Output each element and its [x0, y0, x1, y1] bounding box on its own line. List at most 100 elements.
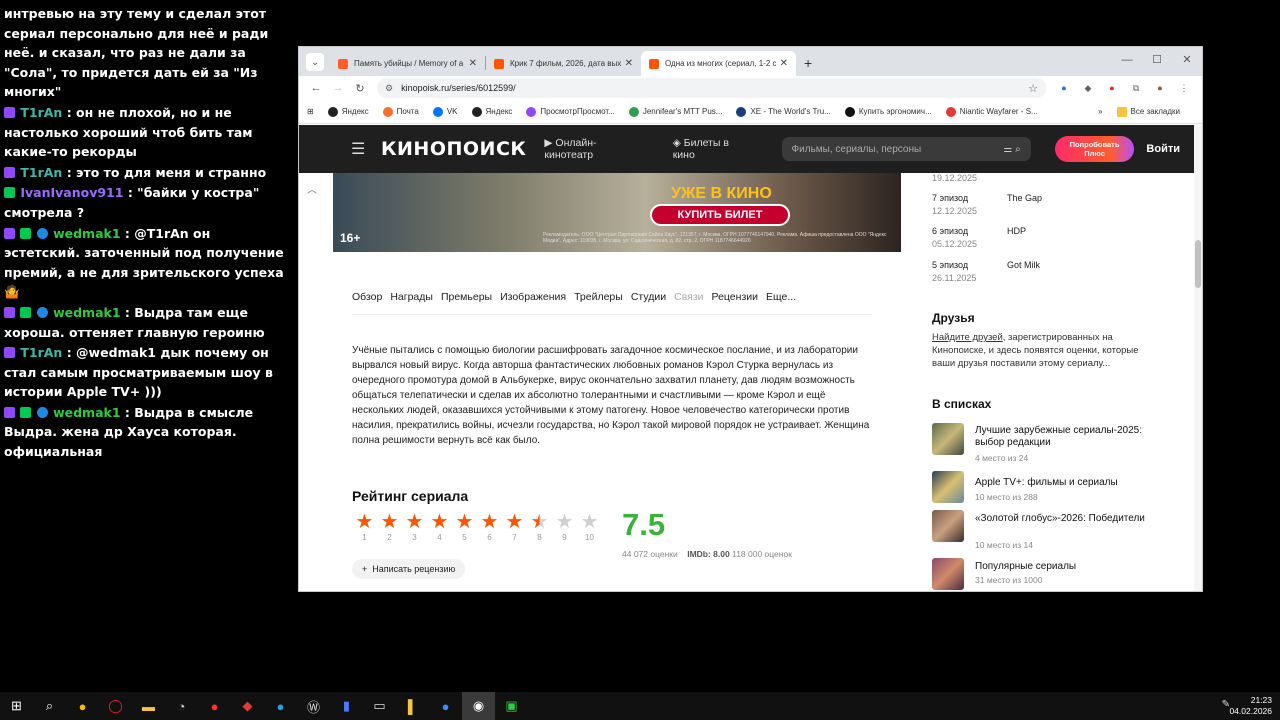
subnav-item[interactable]: Изображения: [500, 291, 566, 314]
subnav-item[interactable]: Трейлеры: [574, 291, 623, 314]
find-friends-link[interactable]: Найдите друзей: [932, 332, 1003, 343]
profile-avatar[interactable]: ●: [1151, 81, 1169, 95]
extension-icon[interactable]: ●: [1055, 81, 1073, 95]
tab-0[interactable]: Память убийцы / Memory of a Killer ✕: [330, 51, 485, 76]
list-item[interactable]: «Золотой глобус»-2026: Победители 10 мес…: [932, 510, 1162, 550]
extension-icon[interactable]: ●: [1103, 81, 1121, 95]
bookmark-item[interactable]: VK: [432, 106, 458, 117]
bookmark-item[interactable]: Niantic Wayfarer - S...: [945, 106, 1038, 117]
opera-icon[interactable]: ◯: [99, 692, 132, 720]
more-bookmarks-icon[interactable]: »: [1098, 107, 1102, 116]
search-input[interactable]: Фильмы, сериалы, персоны ⚌ ⌕: [781, 137, 1031, 161]
bookmark-item[interactable]: Яндекс: [471, 106, 512, 117]
app-icon[interactable]: ▣: [495, 692, 528, 720]
episode-row[interactable]: 6 эпизод 05.12.2025 HDP: [932, 226, 1162, 249]
menu-dots-icon[interactable]: ⋮: [1175, 81, 1193, 95]
subnav-item[interactable]: Премьеры: [441, 291, 492, 314]
subnav-item[interactable]: Студии: [631, 291, 666, 314]
bookmark-item[interactable]: XE - The World's Tru...: [736, 106, 831, 117]
page-scrollbar[interactable]: [1194, 125, 1202, 591]
chevron-up-icon[interactable]: ︿: [307, 181, 317, 196]
close-window-icon[interactable]: ✕: [1172, 47, 1202, 73]
tab-search-button[interactable]: ⌄: [306, 53, 324, 71]
new-tab-button[interactable]: +: [804, 55, 812, 71]
episode-row[interactable]: 7 эпизод 12.12.2025 The Gap: [932, 193, 1162, 216]
chat-username[interactable]: T1rAn: [20, 105, 62, 120]
bookmark-item[interactable]: Купить эргономич...: [844, 106, 932, 117]
list-item[interactable]: Популярные сериалы 31 место из 1000: [932, 558, 1162, 591]
buy-ticket-button[interactable]: КУПИТЬ БИЛЕТ: [650, 204, 790, 226]
tab-2-active[interactable]: Одна из многих (сериал, 1-2 сезон) ✕: [641, 51, 796, 76]
episode-row[interactable]: 19.12.2025: [932, 173, 1162, 183]
address-bar[interactable]: ⚙ kinopoisk.ru/series/6012599/ ☆: [377, 78, 1046, 98]
rating-star[interactable]: ★ 1: [352, 511, 377, 542]
ad-banner[interactable]: УЖЕ В КИНО КУПИТЬ БИЛЕТ 16+ Рекламодател…: [333, 173, 901, 252]
nav-tickets[interactable]: ◈ Билеты в кино: [673, 137, 768, 161]
chat-username[interactable]: T1rAn: [20, 345, 62, 360]
list-item[interactable]: Лучшие зарубежные сериалы-2025: выбор ре…: [932, 423, 1162, 463]
apps-grid-icon[interactable]: ⊞: [307, 107, 314, 116]
rating-star[interactable]: ★ 9: [552, 511, 577, 542]
folder-icon[interactable]: ▬: [132, 692, 165, 720]
start-icon[interactable]: ⊞: [0, 692, 33, 720]
write-review-button[interactable]: + Написать рецензию: [352, 559, 466, 579]
back-icon[interactable]: ←: [305, 82, 327, 94]
nav-online-cinema[interactable]: ▶ Онлайн-кинотеатр: [544, 137, 658, 161]
bookmark-item[interactable]: ПросмотрПросмот...: [526, 106, 615, 117]
subnav-item[interactable]: Связи: [674, 291, 703, 314]
yandex-browser-icon[interactable]: ●: [198, 692, 231, 720]
app-icon[interactable]: ◆: [231, 692, 264, 720]
subnav-item[interactable]: Еще...: [766, 291, 796, 314]
reload-icon[interactable]: ↻: [349, 82, 371, 95]
chrome-icon[interactable]: ●: [66, 692, 99, 720]
chart-app-icon[interactable]: ▮: [330, 692, 363, 720]
maximize-icon[interactable]: ☐: [1142, 47, 1172, 73]
rating-star[interactable]: ★ 10: [577, 511, 602, 542]
rating-star[interactable]: ★ 8: [527, 511, 552, 542]
obs-icon[interactable]: ◉: [462, 692, 495, 720]
bookmark-item[interactable]: Jennifear's MTT Pus...: [628, 106, 722, 117]
minimize-icon[interactable]: —: [1112, 47, 1142, 73]
bookmark-star-icon[interactable]: ☆: [1028, 82, 1038, 95]
site-info-icon[interactable]: ⚙: [385, 83, 393, 94]
site-logo[interactable]: КИНОПОИСК: [381, 138, 526, 160]
rating-star[interactable]: ★ 3: [402, 511, 427, 542]
forward-icon[interactable]: →: [327, 82, 349, 94]
close-icon[interactable]: ✕: [469, 58, 477, 69]
rating-star[interactable]: ★ 2: [377, 511, 402, 542]
rating-star[interactable]: ★ 5: [452, 511, 477, 542]
bookmark-item[interactable]: Почта: [382, 106, 419, 117]
app-icon[interactable]: ◔: [165, 692, 198, 720]
subnav-item[interactable]: Награды: [390, 291, 433, 314]
list-item[interactable]: Apple TV+: фильмы и сериалы 10 место из …: [932, 471, 1162, 505]
app-icon[interactable]: ▌: [396, 692, 429, 720]
terminal-icon[interactable]: ▭: [363, 692, 396, 720]
chat-username[interactable]: wedmak1: [53, 405, 120, 420]
rating-star[interactable]: ★ 6: [477, 511, 502, 542]
app-icon[interactable]: ●: [429, 692, 462, 720]
scrollbar-thumb[interactable]: [1195, 240, 1201, 288]
chat-username[interactable]: T1rAn: [20, 165, 62, 180]
subnav-item[interactable]: Рецензии: [712, 291, 758, 314]
close-icon[interactable]: ✕: [625, 58, 633, 69]
bookmark-item[interactable]: Яндекс: [327, 106, 369, 117]
menu-icon[interactable]: ☰: [351, 139, 365, 159]
extension-icon[interactable]: ◆: [1079, 81, 1097, 95]
rating-star[interactable]: ★ 7: [502, 511, 527, 542]
chat-username[interactable]: IvanIvanov911: [20, 185, 123, 200]
close-icon[interactable]: ✕: [780, 58, 788, 69]
tab-1[interactable]: Крик 7 фильм, 2026, дата выхода трейлеры…: [486, 51, 641, 76]
search-icon[interactable]: ⚌ ⌕: [1003, 144, 1020, 155]
search-icon[interactable]: ⌕: [33, 692, 66, 720]
edge-icon[interactable]: ●: [264, 692, 297, 720]
chat-username[interactable]: wedmak1: [53, 305, 120, 320]
subnav-item[interactable]: Обзор: [352, 291, 382, 314]
rating-star[interactable]: ★ 4: [427, 511, 452, 542]
try-plus-button[interactable]: Попробовать Плюс: [1054, 136, 1135, 162]
clock[interactable]: 21:23 04.02.2026: [1229, 695, 1272, 717]
chat-username[interactable]: wedmak1: [53, 226, 120, 241]
puzzle-icon[interactable]: ⧉: [1127, 81, 1145, 95]
episode-row[interactable]: 5 эпизод 26.11.2025 Got Milk: [932, 260, 1162, 283]
app-icon[interactable]: Ⓦ: [297, 692, 330, 720]
login-button[interactable]: Войти: [1146, 143, 1180, 155]
